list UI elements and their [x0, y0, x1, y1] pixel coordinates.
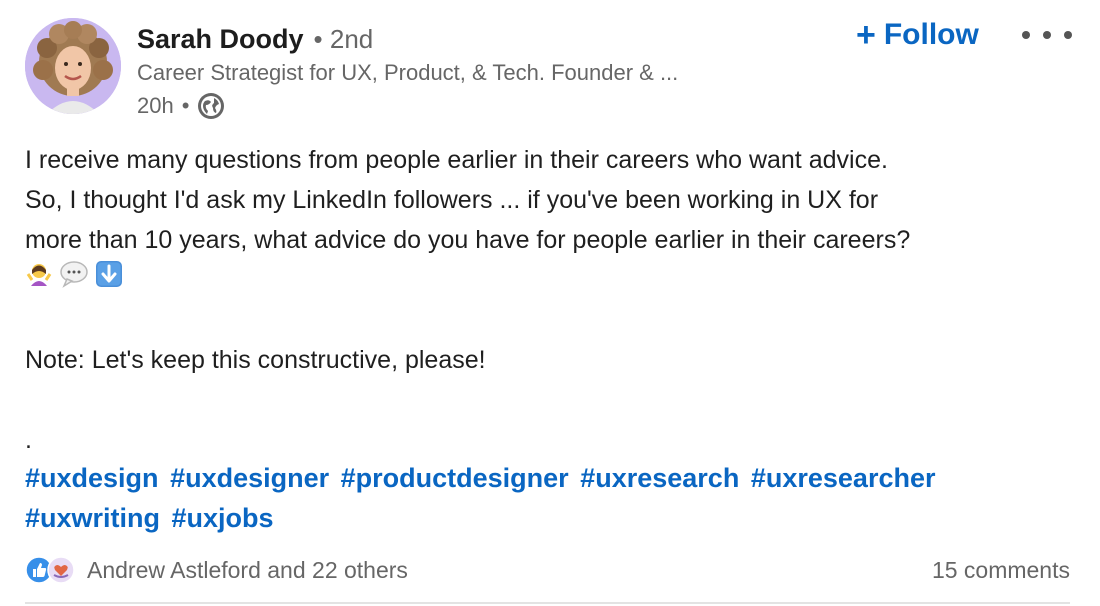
hashtag-link[interactable]: #uxdesign — [25, 463, 159, 493]
reactions-summary[interactable]: Andrew Astleford and 22 others — [25, 552, 408, 588]
hashtag-link[interactable]: #uxwriting — [25, 503, 160, 533]
hashtag-link[interactable]: #uxresearcher — [751, 463, 936, 493]
love-icon — [47, 556, 75, 584]
woman-shrugging-emoji — [25, 260, 53, 300]
hashtag-link[interactable]: #productdesigner — [341, 463, 569, 493]
comments-count-link[interactable]: 15 comments — [932, 552, 1070, 588]
post-note: Note: Let's keep this constructive, plea… — [25, 346, 486, 374]
post-meta: 20h • — [137, 92, 225, 120]
post-dot: . — [25, 426, 32, 454]
meta-separator: • — [181, 93, 190, 118]
post-time: 20h — [137, 93, 174, 118]
connection-degree: • 2nd — [313, 23, 374, 54]
more-dot — [1022, 31, 1030, 39]
more-options-button[interactable] — [1022, 20, 1072, 50]
follow-button[interactable]: + Follow — [856, 14, 979, 56]
follow-label: Follow — [883, 18, 979, 51]
more-dot — [1043, 31, 1051, 39]
avatar[interactable] — [25, 18, 121, 114]
avatar-image — [25, 18, 121, 114]
down-arrow-emoji — [95, 260, 123, 300]
divider — [25, 602, 1070, 604]
author-headline: Career Strategist for UX, Product, & Tec… — [137, 60, 679, 85]
reaction-icons — [25, 556, 75, 584]
post-line: I receive many questions from people ear… — [25, 146, 888, 174]
plus-icon: + — [856, 16, 876, 54]
post-line: So, I thought I'd ask my LinkedIn follow… — [25, 186, 879, 214]
post-body: I receive many questions from people ear… — [25, 140, 1085, 460]
hashtag-link[interactable]: #uxjobs — [172, 503, 274, 533]
reactions-text: Andrew Astleford and 22 others — [87, 556, 408, 583]
emoji-row — [25, 260, 1085, 300]
globe-icon — [197, 92, 225, 120]
speech-bubble-emoji — [59, 260, 89, 300]
post-line: more than 10 years, what advice do you h… — [25, 226, 911, 254]
more-dot — [1064, 31, 1072, 39]
hashtag-link[interactable]: #uxdesigner — [170, 463, 329, 493]
author-name[interactable]: Sarah Doody — [137, 24, 304, 55]
hashtag-link[interactable]: #uxresearch — [580, 463, 739, 493]
hashtags: #uxdesign #uxdesigner #productdesigner #… — [25, 458, 939, 538]
